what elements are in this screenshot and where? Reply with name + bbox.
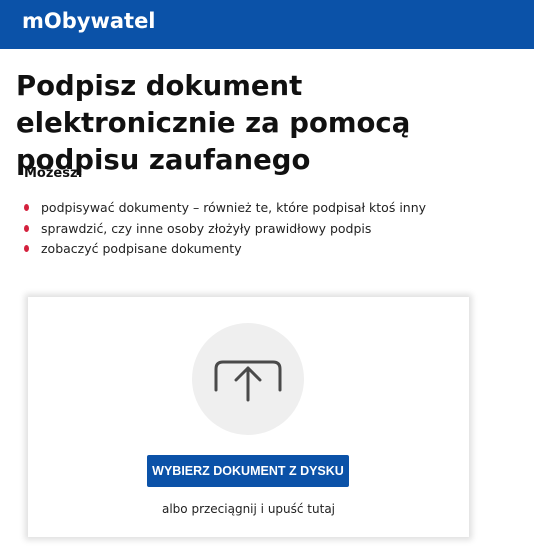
features-heading: Możesz: [24,166,83,181]
bullet-icon [24,204,29,211]
upload-dropzone[interactable]: WYBIERZ DOKUMENT Z DYSKU albo przeciągni… [28,297,469,537]
list-item: podpisywać dokumenty – również te, które… [24,198,426,219]
top-bar: mObywatel [0,0,534,49]
brand-logo[interactable]: mObywatel [22,9,156,33]
choose-file-button[interactable]: WYBIERZ DOKUMENT Z DYSKU [147,455,349,487]
list-item: zobaczyć podpisane dokumenty [24,239,426,260]
feature-text: zobaczyć podpisane dokumenty [41,241,242,256]
drop-hint: albo przeciągnij i upuść tutaj [161,502,336,516]
page-title: Podpisz dokument elektronicznie za pomoc… [16,70,411,176]
upload-icon [192,323,304,435]
bullet-icon [24,224,29,232]
feature-text: sprawdzić, czy inne osoby złożyły prawid… [41,220,372,236]
bullet-icon [24,245,29,252]
feature-text: podpisywać dokumenty – również te, które… [41,200,427,215]
list-item: sprawdzić, czy inne osoby złożyły prawid… [24,219,426,240]
features-list: podpisywać dokumenty – również te, które… [24,198,426,260]
